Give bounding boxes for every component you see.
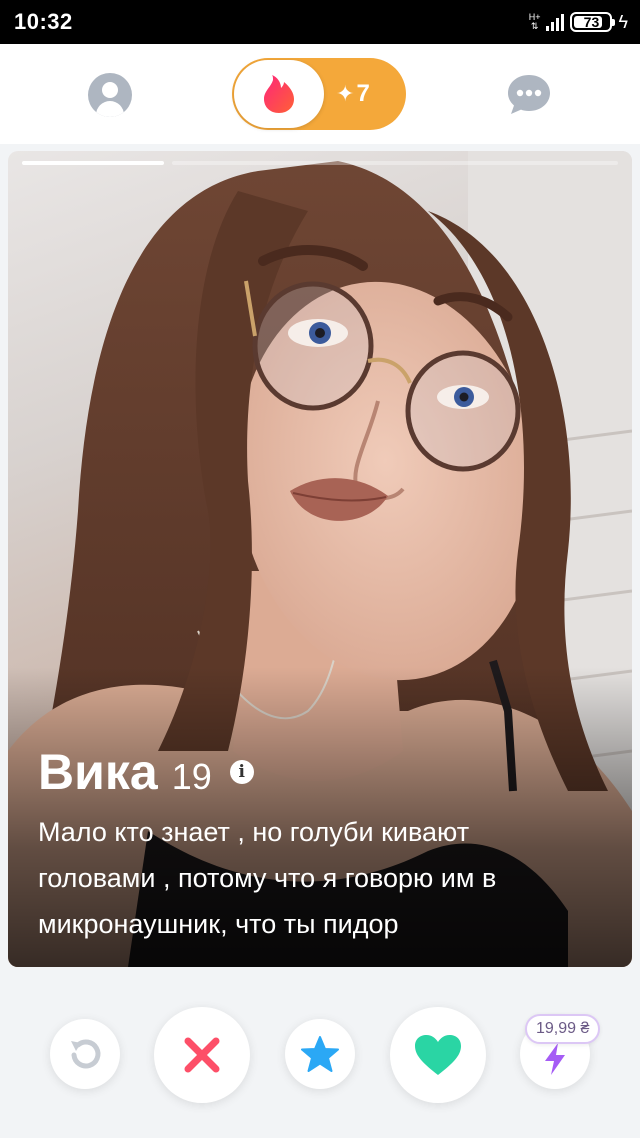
lightning-icon — [545, 1043, 565, 1075]
profile-age: 19 — [171, 756, 212, 797]
profile-bio: Мало кто знает , но голуби кивают голова… — [38, 809, 608, 947]
profile-card[interactable]: Вика 19 i Мало кто знает , но голуби кив… — [8, 151, 632, 967]
signal-strength-icon — [546, 13, 565, 31]
photo-indicator-segment[interactable] — [172, 161, 618, 165]
heart-icon — [415, 1035, 461, 1075]
battery-level: 73 — [583, 14, 600, 30]
bio-line: микронаушник, что ты пидор — [38, 909, 399, 939]
action-bar: 19,99 ₴ — [0, 967, 640, 1138]
flame-icon — [264, 75, 294, 113]
gold-likes-tab[interactable]: ✦ 7 — [336, 58, 370, 130]
photo-indicator — [22, 161, 618, 166]
rewind-button[interactable] — [50, 1019, 120, 1089]
photo-indicator-segment-active[interactable] — [22, 161, 164, 165]
profile-name: Вика — [38, 744, 158, 800]
star-icon — [301, 1036, 339, 1072]
info-icon[interactable]: i — [229, 760, 254, 784]
gold-likes-count: 7 — [356, 80, 370, 107]
battery-icon: 73 — [570, 12, 616, 32]
discovery-mode-toggle[interactable]: ✦ 7 — [232, 58, 406, 130]
bio-line: головами , потому что я говорю им в — [38, 863, 497, 893]
status-bar: 10:32 H+ ⇅ 73 ϟ — [0, 0, 640, 44]
profile-icon[interactable] — [88, 73, 132, 117]
superlike-button[interactable] — [285, 1019, 355, 1089]
sparkle-icon: ✦ — [336, 81, 355, 106]
status-icons: H+ ⇅ 73 ϟ — [529, 10, 628, 34]
messages-button[interactable] — [506, 73, 552, 117]
network-type-icon: H+ ⇅ — [528, 12, 541, 31]
charging-icon: ϟ — [618, 11, 628, 32]
boost-price-badge: 19,99 ₴ — [525, 1014, 601, 1044]
top-nav: ✦ 7 — [0, 44, 640, 144]
chat-bubble-icon — [508, 75, 550, 114]
name-age-row: Вика 19 i — [38, 743, 608, 801]
status-time: 10:32 — [14, 9, 73, 34]
tinder-flame-tab[interactable] — [234, 60, 324, 128]
close-icon — [184, 1037, 220, 1073]
profile-info: Вика 19 i Мало кто знает , но голуби кив… — [38, 743, 608, 947]
like-button[interactable] — [390, 1007, 486, 1103]
bio-line: Мало кто знает , но голуби кивают — [38, 817, 470, 847]
rewind-icon — [71, 1039, 101, 1069]
nope-button[interactable] — [154, 1007, 250, 1103]
